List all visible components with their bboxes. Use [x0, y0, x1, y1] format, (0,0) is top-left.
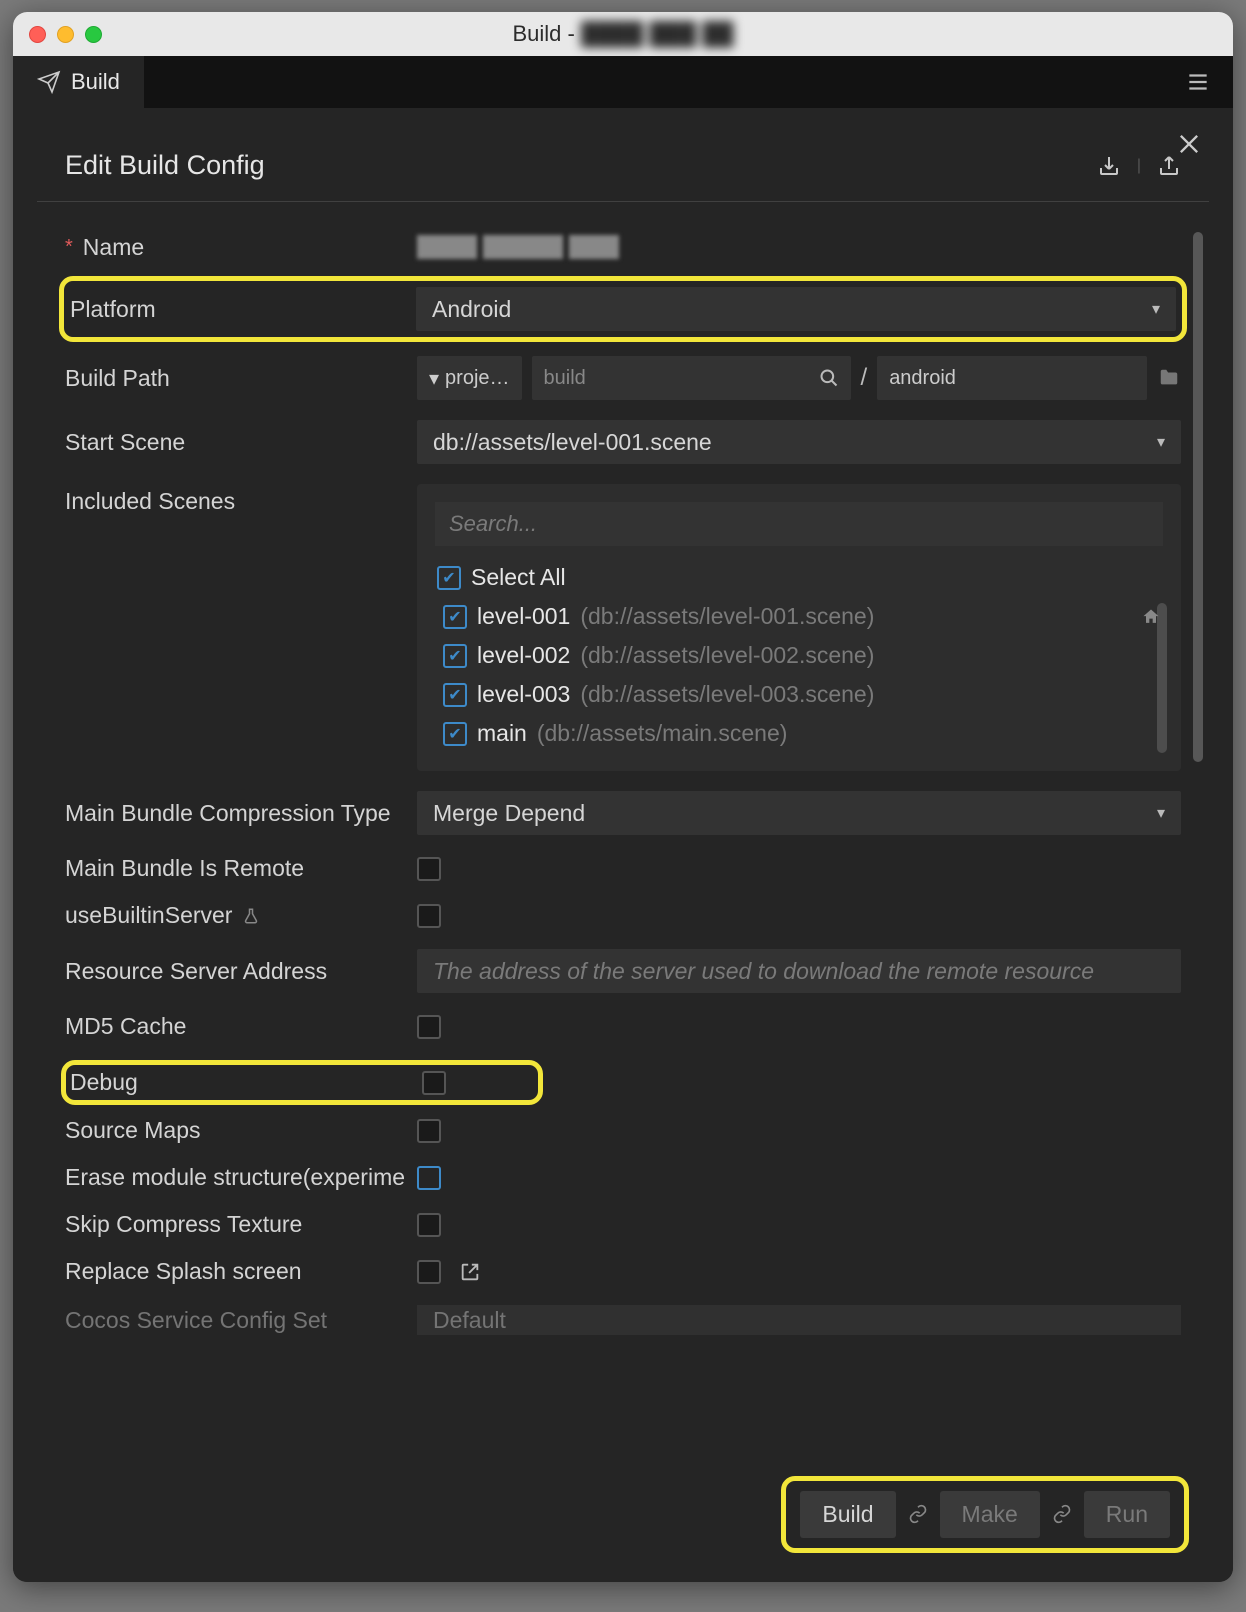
- included-scenes-panel: ✔ Select All ✔ level-001 (db://assets/le…: [417, 484, 1181, 771]
- cocos-config-select[interactable]: Default: [417, 1305, 1181, 1335]
- build-button[interactable]: Build: [800, 1491, 895, 1538]
- minimize-window-button[interactable]: [57, 26, 74, 43]
- maximize-window-button[interactable]: [85, 26, 102, 43]
- platform-select[interactable]: Android ▾: [416, 287, 1176, 331]
- name-label: *Name: [65, 234, 417, 261]
- separator: |: [1137, 157, 1141, 175]
- select-all-label: Select All: [471, 564, 566, 591]
- start-scene-value: db://assets/level-001.scene: [433, 429, 712, 456]
- builtin-server-checkbox[interactable]: [417, 904, 441, 928]
- source-maps-checkbox[interactable]: [417, 1119, 441, 1143]
- search-icon: [819, 368, 839, 388]
- make-button[interactable]: Make: [940, 1491, 1040, 1538]
- skip-compress-label: Skip Compress Texture: [65, 1211, 417, 1238]
- scene-checkbox[interactable]: ✔: [443, 722, 467, 746]
- replace-splash-checkbox[interactable]: [417, 1260, 441, 1284]
- build-path-input[interactable]: build: [532, 356, 851, 400]
- scene-checkbox[interactable]: ✔: [443, 644, 467, 668]
- scene-row[interactable]: ✔ level-002 (db://assets/level-002.scene…: [441, 636, 1163, 675]
- build-path-menu[interactable]: ▾ proje…: [417, 356, 522, 400]
- scene-checkbox[interactable]: ✔: [443, 683, 467, 707]
- close-icon: [1175, 130, 1203, 158]
- builtin-server-label: useBuiltinServer: [65, 902, 417, 929]
- import-button[interactable]: [1097, 154, 1121, 178]
- bundle-remote-checkbox[interactable]: [417, 857, 441, 881]
- folder-icon: [1157, 367, 1181, 389]
- tab-label: Build: [71, 69, 120, 95]
- replace-splash-label: Replace Splash screen: [65, 1258, 417, 1285]
- included-scenes-label: Included Scenes: [65, 484, 417, 515]
- popup-icon: [459, 1261, 481, 1283]
- skip-compress-checkbox[interactable]: [417, 1213, 441, 1237]
- titlebar: Build - ████ ███ ██: [13, 12, 1233, 56]
- md5-cache-label: MD5 Cache: [65, 1013, 417, 1040]
- compression-select[interactable]: Merge Depend ▾: [417, 791, 1181, 835]
- select-all-checkbox[interactable]: ✔: [437, 566, 461, 590]
- scene-checkbox[interactable]: ✔: [443, 605, 467, 629]
- window-title: Build - ████ ███ ██: [513, 21, 734, 47]
- tab-bar: Build: [13, 56, 1233, 108]
- run-button[interactable]: Run: [1084, 1491, 1170, 1538]
- path-separator: /: [861, 364, 868, 392]
- platform-value: Android: [432, 296, 511, 323]
- chevron-down-icon: ▾: [429, 366, 439, 391]
- home-icon: [1141, 607, 1161, 627]
- md5-cache-checkbox[interactable]: [417, 1015, 441, 1039]
- hamburger-icon: [1185, 69, 1211, 95]
- start-scene-label: Start Scene: [65, 429, 417, 456]
- scene-row[interactable]: ✔ level-003 (db://assets/level-003.scene…: [441, 675, 1163, 714]
- compression-label: Main Bundle Compression Type: [65, 800, 417, 827]
- debug-checkbox[interactable]: [422, 1071, 446, 1095]
- chevron-down-icon: ▾: [1152, 299, 1160, 319]
- paper-plane-icon: [37, 70, 61, 94]
- debug-label: Debug: [70, 1069, 422, 1096]
- resource-server-input[interactable]: [417, 949, 1181, 993]
- bundle-remote-label: Main Bundle Is Remote: [65, 855, 417, 882]
- platform-label: Platform: [70, 296, 416, 323]
- scrollbar[interactable]: [1193, 232, 1203, 762]
- close-window-button[interactable]: [29, 26, 46, 43]
- name-input[interactable]: [417, 232, 1181, 262]
- erase-module-checkbox[interactable]: [417, 1166, 441, 1190]
- flask-icon: [242, 907, 260, 925]
- open-folder-button[interactable]: [1157, 367, 1181, 389]
- resource-server-label: Resource Server Address: [65, 958, 417, 985]
- panel-title: Edit Build Config: [65, 150, 265, 181]
- chevron-down-icon: ▾: [1157, 803, 1165, 823]
- build-path-suffix[interactable]: android: [877, 356, 1147, 400]
- close-panel-button[interactable]: [1175, 130, 1203, 158]
- scene-row[interactable]: ✔ main (db://assets/main.scene): [441, 714, 1163, 753]
- source-maps-label: Source Maps: [65, 1117, 417, 1144]
- build-path-label: Build Path: [65, 365, 417, 392]
- erase-module-label: Erase module structure(experime: [65, 1164, 417, 1191]
- scene-row[interactable]: ✔ level-001 (db://assets/level-001.scene…: [441, 597, 1163, 636]
- chevron-down-icon: ▾: [1157, 432, 1165, 452]
- open-splash-button[interactable]: [459, 1261, 481, 1283]
- import-icon: [1097, 154, 1121, 178]
- start-scene-select[interactable]: db://assets/level-001.scene ▾: [417, 420, 1181, 464]
- tab-build[interactable]: Build: [13, 56, 144, 108]
- scenes-search-input[interactable]: [435, 502, 1163, 546]
- link-icon: [1052, 1504, 1072, 1524]
- footer-actions: Build Make Run: [781, 1476, 1189, 1553]
- link-icon: [908, 1504, 928, 1524]
- cocos-config-label: Cocos Service Config Set: [65, 1307, 417, 1334]
- menu-button[interactable]: [1185, 69, 1233, 95]
